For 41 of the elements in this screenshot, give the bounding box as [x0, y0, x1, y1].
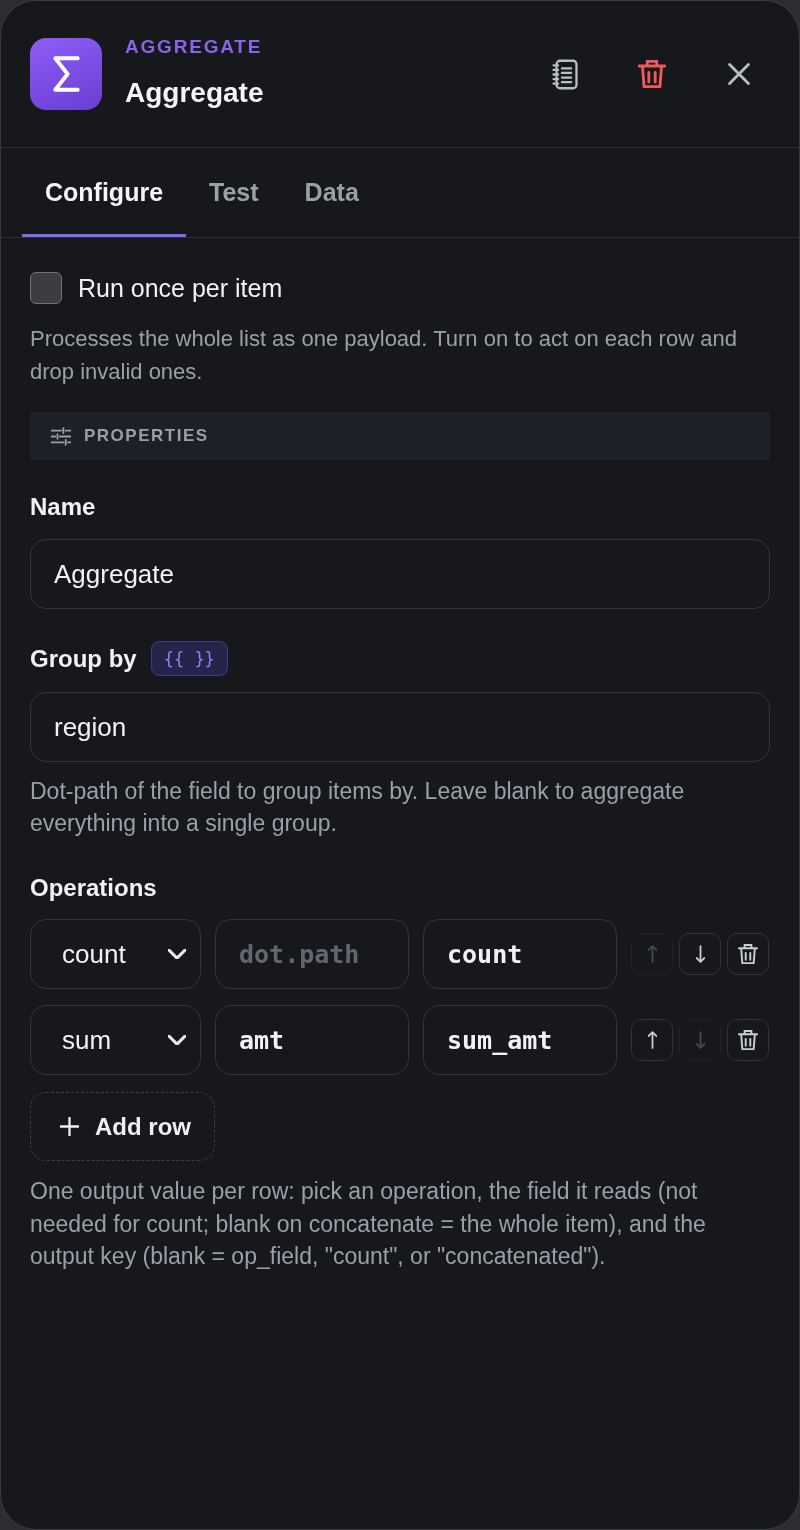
trash-icon: [638, 60, 666, 88]
notebook-icon: [552, 58, 578, 90]
operation-select[interactable]: count: [30, 919, 201, 989]
close-icon: [728, 63, 750, 85]
checkbox[interactable]: [30, 272, 62, 304]
add-row-button[interactable]: Add row: [30, 1092, 215, 1161]
delete-row-button[interactable]: [727, 933, 769, 975]
move-up-button[interactable]: [631, 1019, 673, 1061]
field-path-input[interactable]: amt: [215, 1005, 409, 1075]
text-field[interactable]: region: [30, 692, 770, 762]
description-text: Processes the whole list as one payload. Turn on to act on each row and drop invalid ones.: [30, 325, 738, 386]
chevron-down-icon: [168, 949, 186, 959]
sliders-icon: [51, 426, 71, 446]
template-badge: {{ }}: [150, 641, 228, 676]
operation-select[interactable]: sum: [30, 1005, 201, 1075]
node-title: Aggregate: [125, 76, 264, 109]
node-type-label: AGGREGATE: [125, 35, 264, 58]
checkbox-label: Run once per item: [78, 273, 283, 304]
tab[interactable]: Configure: [22, 148, 187, 237]
help-text: Dot-path of the field to group items by. Leave blank to aggregate everything into a single group.: [30, 777, 686, 838]
tab[interactable]: Test: [186, 148, 282, 237]
trash-icon: [738, 944, 758, 964]
output-key-input[interactable]: sum_amt: [423, 1005, 617, 1075]
text-field[interactable]: Aggregate: [30, 539, 770, 609]
trash-icon: [738, 1030, 758, 1050]
arrow-up-icon: [647, 945, 657, 963]
chevron-down-icon: [168, 1035, 186, 1045]
section-title: PROPERTIES: [84, 426, 209, 446]
delete-row-button[interactable]: [727, 1019, 769, 1061]
arrow-up-icon: [647, 1031, 657, 1049]
help-text: One output value per row: pick an operation, the field it reads (not needed for count; blank on concatenate = the whole item), and the output key (blank = op_field, "count", or "concatenated").: [30, 1177, 707, 1271]
plus-icon: [60, 1117, 79, 1136]
field-label: Name: [30, 492, 96, 522]
sigma-icon: [30, 38, 102, 110]
arrow-down-icon: [695, 945, 705, 963]
arrow-down-icon: [695, 1031, 705, 1049]
move-down-button[interactable]: [679, 933, 721, 975]
output-key-input[interactable]: count: [423, 919, 617, 989]
tab[interactable]: Data: [281, 148, 382, 237]
field-label: Operations: [30, 873, 158, 903]
field-label: Group by: [30, 643, 137, 674]
